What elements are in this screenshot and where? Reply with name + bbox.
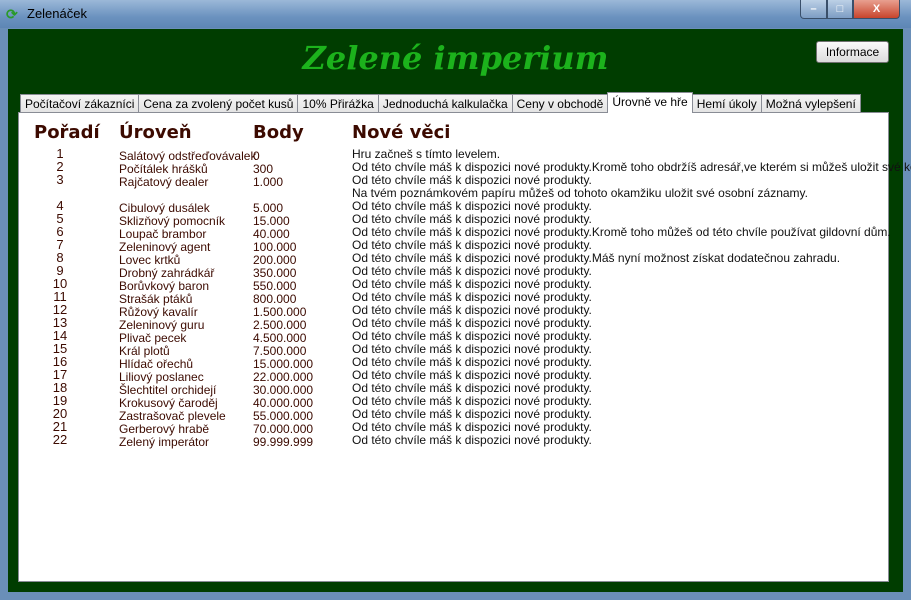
tab-8[interactable]: Možná vylepšení bbox=[760, 94, 861, 113]
level-header: Úroveň bbox=[119, 122, 192, 143]
level-rank: 22 bbox=[52, 432, 68, 447]
tab-1[interactable]: Počítačoví zákazníci bbox=[20, 94, 140, 113]
rank-column: 1 2 3 4 5 6 7 8 9 10 11 12 13 14 15 16 17 18 19 20 21 22 bbox=[45, 147, 75, 446]
level-rank: 3 bbox=[56, 172, 64, 187]
new-things-header: Nové věci bbox=[352, 122, 451, 143]
client-area: Zelené imperium Informace Počítačoví zák… bbox=[8, 29, 911, 592]
minimize-button[interactable]: – bbox=[800, 0, 827, 19]
info-button[interactable]: Informace bbox=[816, 41, 889, 63]
level-name: Zelený imperátor bbox=[119, 435, 210, 449]
tab-4[interactable]: Jednoduchá kalkulačka bbox=[377, 94, 513, 113]
tab-6[interactable]: Úrovně ve hře bbox=[607, 92, 693, 113]
points-column: 0 300 1.000 5.000 15.000 40.000 100.000 200.000… bbox=[253, 150, 313, 449]
app-icon: ⟳ bbox=[6, 6, 18, 22]
tab-5[interactable]: Ceny v obchodě bbox=[511, 94, 609, 113]
tab-7[interactable]: Hemí úkoly bbox=[691, 94, 762, 113]
level-points: 99.999.999 bbox=[253, 435, 314, 449]
level-description: Od této chvíle máš k dispozici nové prod… bbox=[352, 433, 592, 447]
rank-header: Pořadí bbox=[34, 122, 100, 143]
tab-3[interactable]: 10% Přirážka bbox=[297, 94, 379, 113]
points-header: Body bbox=[253, 122, 304, 143]
maximize-button[interactable]: □ bbox=[827, 0, 853, 19]
level-name: Rajčatový dealer bbox=[119, 175, 209, 189]
tab-2[interactable]: Cena za zvolený počet kusů bbox=[138, 94, 299, 113]
title-bar: ⟳ Zelenáček – □ X bbox=[0, 0, 911, 28]
tab-strip: Počítačoví zákazníci Cena za zvolený poče… bbox=[20, 92, 861, 113]
close-button[interactable]: X bbox=[853, 0, 900, 19]
level-points: 1.000 bbox=[253, 175, 284, 189]
window-title: Zelenáček bbox=[27, 6, 87, 21]
levels-panel: Pořadí Úroveň Body Nové věci 1 2 3 4 5 6 7 8 9 10… bbox=[18, 112, 911, 582]
level-column: Salátový odstřeďovávalek Počítálek hrášků… bbox=[119, 150, 256, 449]
new-things-column: Hru začneš s tímto levelem. Od této chvíl… bbox=[352, 148, 911, 447]
logo: Zelené imperium bbox=[302, 39, 609, 77]
